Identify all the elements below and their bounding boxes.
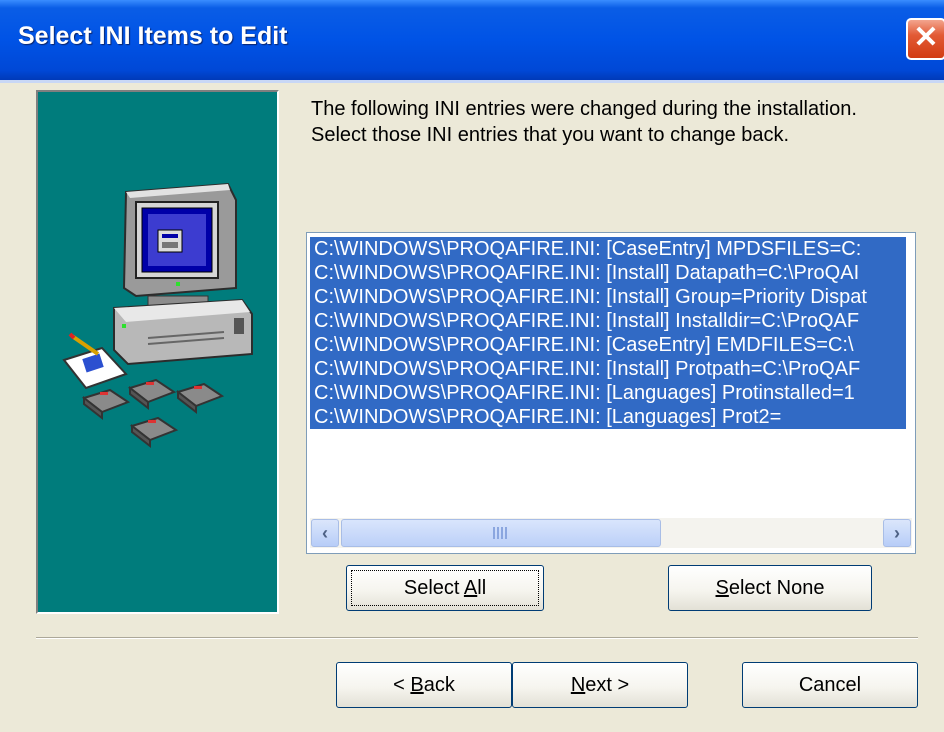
access-key: B xyxy=(410,673,424,696)
list-item[interactable]: C:\WINDOWS\PROQAFIRE.INI: [Languages] Pr… xyxy=(310,405,906,429)
list-item[interactable]: C:\WINDOWS\PROQAFIRE.INI: [Install] Grou… xyxy=(310,285,906,309)
list-item[interactable]: C:\WINDOWS\PROQAFIRE.INI: [Install] Data… xyxy=(310,261,906,285)
grip-icon xyxy=(493,527,509,539)
computer-icon xyxy=(62,182,253,449)
label-part: elect None xyxy=(728,576,825,599)
footer-separator xyxy=(36,637,918,639)
label-part: ext > xyxy=(585,673,630,696)
access-key: S xyxy=(715,576,729,599)
list-item[interactable]: C:\WINDOWS\PROQAFIRE.INI: [Install] Prot… xyxy=(310,357,906,381)
title-separator xyxy=(0,80,944,83)
select-all-button[interactable]: Select All xyxy=(346,565,544,611)
horizontal-scrollbar[interactable]: ‹ › xyxy=(310,518,912,548)
scroll-right-button[interactable]: › xyxy=(883,519,911,547)
access-key: N xyxy=(570,673,586,696)
close-icon: ✕ xyxy=(913,21,939,54)
label-part: < xyxy=(393,673,411,696)
close-button[interactable]: ✕ xyxy=(906,18,944,60)
select-none-button[interactable]: Select None xyxy=(668,565,872,611)
select-none-label: Select None xyxy=(716,577,825,600)
list-item[interactable]: C:\WINDOWS\PROQAFIRE.INI: [CaseEntry] MP… xyxy=(310,237,906,261)
chevron-right-icon: › xyxy=(894,522,900,543)
back-label: < Back xyxy=(393,674,455,697)
computer-illustration xyxy=(36,90,279,614)
next-button[interactable]: Next > xyxy=(512,662,688,708)
ini-entries-list: C:\WINDOWS\PROQAFIRE.INI: [CaseEntry] MP… xyxy=(310,237,906,429)
label-part: ack xyxy=(423,673,455,696)
list-item[interactable]: C:\WINDOWS\PROQAFIRE.INI: [Languages] Pr… xyxy=(310,381,906,405)
cancel-button[interactable]: Cancel xyxy=(742,662,918,708)
next-label: Next > xyxy=(571,674,629,697)
chevron-left-icon: ‹ xyxy=(322,522,328,543)
scroll-left-button[interactable]: ‹ xyxy=(311,519,339,547)
focus-rectangle xyxy=(351,570,539,606)
setup-dialog: Select INI Items to Edit ✕ The following… xyxy=(0,0,944,732)
ini-entries-listbox[interactable]: C:\WINDOWS\PROQAFIRE.INI: [CaseEntry] MP… xyxy=(306,232,916,554)
title-bar[interactable]: Select INI Items to Edit ✕ xyxy=(0,0,944,80)
window-title: Select INI Items to Edit xyxy=(18,22,288,50)
instruction-line-2: Select those INI entries that you want t… xyxy=(311,124,790,146)
list-item[interactable]: C:\WINDOWS\PROQAFIRE.INI: [Install] Inst… xyxy=(310,309,906,333)
list-item[interactable]: C:\WINDOWS\PROQAFIRE.INI: [CaseEntry] EM… xyxy=(310,333,906,357)
cancel-label: Cancel xyxy=(798,673,862,696)
back-button[interactable]: < Back xyxy=(336,662,512,708)
scroll-thumb[interactable] xyxy=(341,519,661,547)
instruction-line-1: The following INI entries were changed d… xyxy=(311,98,857,120)
instructions-text: The following INI entries were changed d… xyxy=(311,96,931,148)
